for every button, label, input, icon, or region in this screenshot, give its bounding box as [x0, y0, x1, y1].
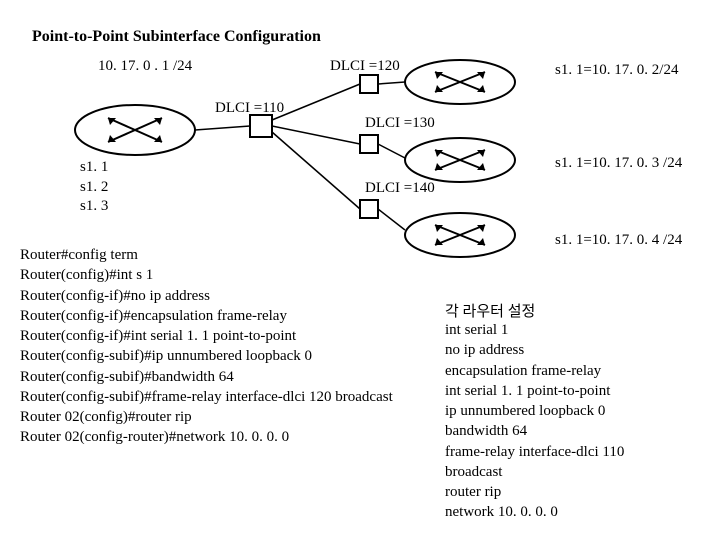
fr-switch-110 [250, 115, 272, 137]
main-router-network: 10. 17. 0 . 1 /24 [98, 58, 192, 75]
dlci-120-label: DLCI =120 [330, 58, 400, 75]
link-110-140 [272, 132, 360, 209]
link-130-r2 [378, 144, 405, 158]
link-110-130 [272, 126, 360, 144]
page-title: Point-to-Point Subinterface Configuratio… [32, 28, 321, 46]
remote-router-config: int serial 1 no ip address encapsulation… [445, 320, 624, 523]
remote-2-addr: s1. 1=10. 17. 0. 3 /24 [555, 155, 682, 172]
link-110-120 [272, 84, 360, 120]
fr-switch-140 [360, 200, 378, 218]
dlci-130-label: DLCI =130 [365, 115, 435, 132]
fr-switch-130 [360, 135, 378, 153]
link-140-r3 [378, 209, 405, 230]
remote-router-1-icon [405, 60, 515, 104]
remote-1-addr: s1. 1=10. 17. 0. 2/24 [555, 62, 678, 79]
remote-router-3-icon [405, 213, 515, 257]
fr-switch-120 [360, 75, 378, 93]
link-120-r1 [378, 82, 405, 84]
dlci-140-label: DLCI =140 [365, 180, 435, 197]
main-router-config: Router#config term Router(config)#int s … [20, 245, 393, 448]
main-router-subifs: s1. 1 s1. 2 s1. 3 [80, 158, 108, 217]
link-main-110 [195, 126, 250, 130]
remote-config-title: 각 라우터 설정 [445, 300, 535, 321]
remote-3-addr: s1. 1=10. 17. 0. 4 /24 [555, 232, 682, 249]
dlci-110-label: DLCI =110 [215, 100, 284, 117]
remote-router-2-icon [405, 138, 515, 182]
main-router-icon [75, 105, 195, 155]
